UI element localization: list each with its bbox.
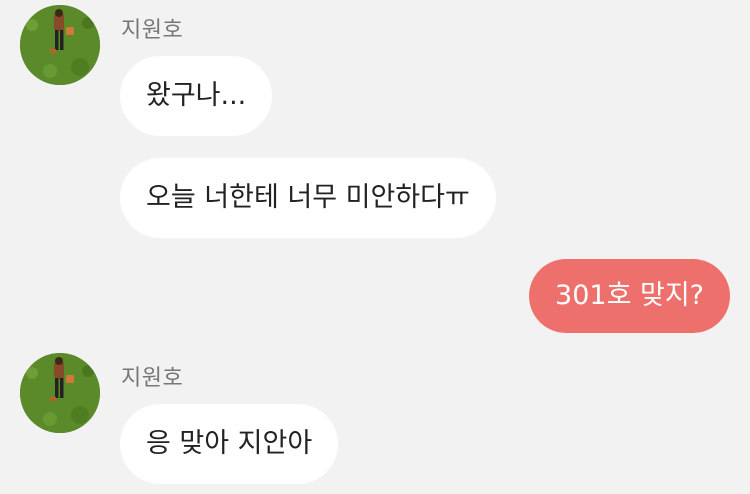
- avatar-photo-icon: [20, 353, 100, 433]
- sender-avatar[interactable]: [20, 5, 100, 85]
- sender-avatar[interactable]: [20, 353, 100, 433]
- message-bubble-received[interactable]: 오늘 너한테 너무 미안하다ㅠ: [120, 158, 496, 238]
- sender-name: 지원호: [121, 18, 184, 43]
- message-bubble-received[interactable]: 응 맞아 지안아: [120, 404, 339, 484]
- message-bubble-sent[interactable]: 301호 맞지?: [529, 259, 730, 333]
- avatar-photo-icon: [20, 5, 100, 85]
- sender-name: 지원호: [121, 366, 184, 391]
- message-bubble-received[interactable]: 왔구나...: [120, 56, 273, 136]
